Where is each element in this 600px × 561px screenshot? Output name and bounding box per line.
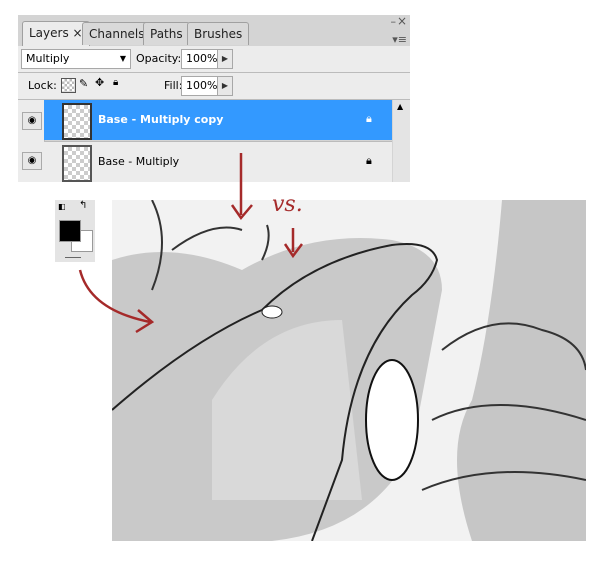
layer-row[interactable]: Base - Multiply copy 🔒︎ [44, 100, 392, 140]
opacity-slider-button[interactable]: ▶ [217, 49, 233, 69]
pinecone [365, 359, 419, 481]
layer-thumbnail [62, 145, 92, 182]
layers-panel: – × ▾≡ Layers × Channels Paths Brushes M… [18, 14, 410, 182]
default-colors-icon[interactable]: ◧ [58, 202, 66, 211]
panel-menu-icon[interactable]: ▾≡ [392, 33, 407, 46]
fill-slider-button[interactable]: ▶ [217, 76, 233, 96]
lock-move-icon[interactable]: ✥ [95, 76, 104, 89]
lock-transparency-icon[interactable] [61, 78, 76, 93]
tab-layers[interactable]: Layers × [22, 21, 90, 46]
fill-input[interactable]: 100% [181, 76, 219, 96]
vs-annotation: vs. [272, 192, 303, 217]
chevron-down-icon: ▼ [119, 54, 126, 63]
quick-mask-line [65, 257, 81, 258]
scroll-up-icon[interactable]: ▲ [397, 102, 403, 111]
tab-brushes[interactable]: Brushes [187, 22, 250, 45]
layer-row[interactable]: Base - Multiply 🔒︎ [44, 141, 392, 182]
deer-eye [261, 305, 283, 319]
canvas-illustration [112, 200, 586, 541]
tab-paths[interactable]: Paths [143, 22, 190, 45]
tab-channels[interactable]: Channels [82, 22, 152, 45]
swap-colors-icon[interactable]: ↰ [79, 200, 87, 211]
opacity-label: Opacity: [136, 52, 182, 65]
lock-brush-icon[interactable]: ✎ [79, 77, 88, 90]
lock-label: Lock: [28, 79, 57, 92]
close-panel-icon[interactable]: × [397, 14, 407, 28]
fill-label: Fill: [164, 79, 183, 92]
minimize-icon[interactable]: – [391, 15, 397, 28]
lock-all-icon[interactable]: 🔒︎ [113, 77, 118, 88]
layer-thumbnail [62, 103, 92, 140]
opacity-input[interactable]: 100% [181, 49, 219, 69]
blend-row: Multiply ▼ Opacity: 100% ▶ [18, 46, 410, 73]
layer-name: Base - Multiply copy [98, 113, 224, 126]
lock-icon: 🔒︎ [366, 112, 372, 125]
lock-icon: 🔒︎ [366, 154, 372, 167]
lock-row: Lock: ✎ ✥ 🔒︎ Fill: 100% ▶ [18, 73, 410, 100]
layer-name: Base - Multiply [98, 155, 180, 168]
eye-icon[interactable]: ◉ [22, 112, 42, 130]
eye-icon[interactable]: ◉ [22, 152, 42, 170]
foreground-color[interactable] [59, 220, 81, 242]
color-swatches: ◧ ↰ [55, 200, 95, 262]
blend-mode-select[interactable]: Multiply ▼ [21, 49, 131, 69]
layers-scrollbar[interactable]: ▲ [393, 100, 410, 182]
